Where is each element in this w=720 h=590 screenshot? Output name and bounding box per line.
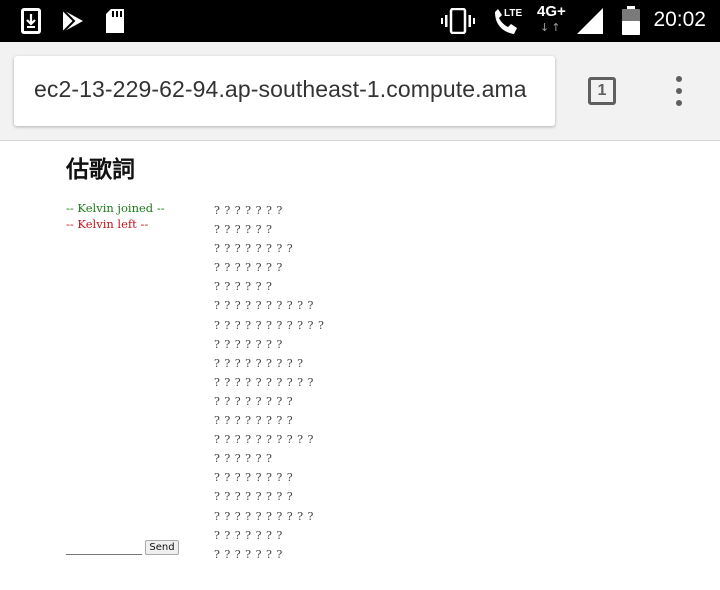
- lyric-line: ? ? ? ? ? ? ? ?: [214, 490, 294, 504]
- lyric-line: ? ? ? ? ? ? ? ? ? ?: [214, 509, 314, 523]
- lyric-line: ? ? ? ? ? ? ?: [214, 528, 283, 542]
- page-title: 估歌詞: [66, 157, 135, 183]
- log-entry-joined: -- Kelvin joined --: [66, 201, 165, 215]
- lyric-line: ? ? ? ? ? ? ?: [214, 337, 283, 351]
- lyric-line: ? ? ? ? ? ?: [214, 452, 273, 466]
- lyric-line: ? ? ? ? ? ? ? ? ? ?: [214, 299, 314, 313]
- lyric-line: ? ? ? ? ? ? ? ? ? ?: [214, 375, 314, 389]
- url-bar[interactable]: ec2-13-229-62-94.ap-southeast-1.compute.…: [14, 56, 555, 126]
- lyric-line: ? ? ? ? ? ? ? ?: [214, 414, 294, 428]
- network-type-label: 4G+: [537, 3, 566, 20]
- lyric-line: ? ? ? ? ? ? ? ? ? ?: [214, 433, 314, 447]
- message-input[interactable]: [66, 540, 142, 555]
- clock: 20:02: [653, 8, 706, 31]
- send-button[interactable]: Send: [145, 540, 179, 555]
- lyric-line: ? ? ? ? ? ?: [214, 223, 273, 237]
- battery-icon: [621, 6, 641, 40]
- download-icon: [20, 7, 42, 39]
- overflow-menu-icon[interactable]: [672, 76, 686, 108]
- vibrate-icon: [441, 7, 475, 38]
- lyric-line: ? ? ? ? ? ? ? ?: [214, 242, 294, 256]
- chat-log: -- Kelvin joined -- -- Kelvin left --: [66, 200, 165, 232]
- browser-toolbar: ec2-13-229-62-94.ap-southeast-1.compute.…: [0, 42, 720, 141]
- lyric-line: ? ? ? ? ? ?: [214, 280, 273, 294]
- log-entry-left: -- Kelvin left --: [66, 217, 149, 231]
- data-activity-arrows: ↓↑: [540, 21, 563, 34]
- play-store-icon: [60, 8, 86, 38]
- lyric-line: ? ? ? ? ? ? ?: [214, 204, 283, 217]
- tab-switcher-button[interactable]: 1: [588, 77, 616, 105]
- url-text[interactable]: ec2-13-229-62-94.ap-southeast-1.compute.…: [34, 76, 527, 103]
- lyric-line: ? ? ? ? ? ? ?: [214, 547, 283, 561]
- lyric-line: ? ? ? ? ? ? ?: [214, 261, 283, 275]
- sd-card-icon: [104, 8, 126, 38]
- lyric-line: ? ? ? ? ? ? ? ?: [214, 394, 294, 408]
- lyric-line: ? ? ? ? ? ? ? ? ? ? ?: [214, 318, 325, 332]
- lyrics-list: ? ? ? ? ? ? ? ? ? ? ? ? ? ? ? ? ? ? ? ? …: [214, 201, 324, 564]
- status-bar: LTE 4G+ ↓↑ 20:02: [0, 0, 720, 42]
- lyric-line: ? ? ? ? ? ? ? ? ?: [214, 356, 304, 370]
- signal-icon: [575, 7, 605, 39]
- lyric-line: ? ? ? ? ? ? ? ?: [214, 471, 294, 485]
- lte-label: LTE: [504, 8, 523, 19]
